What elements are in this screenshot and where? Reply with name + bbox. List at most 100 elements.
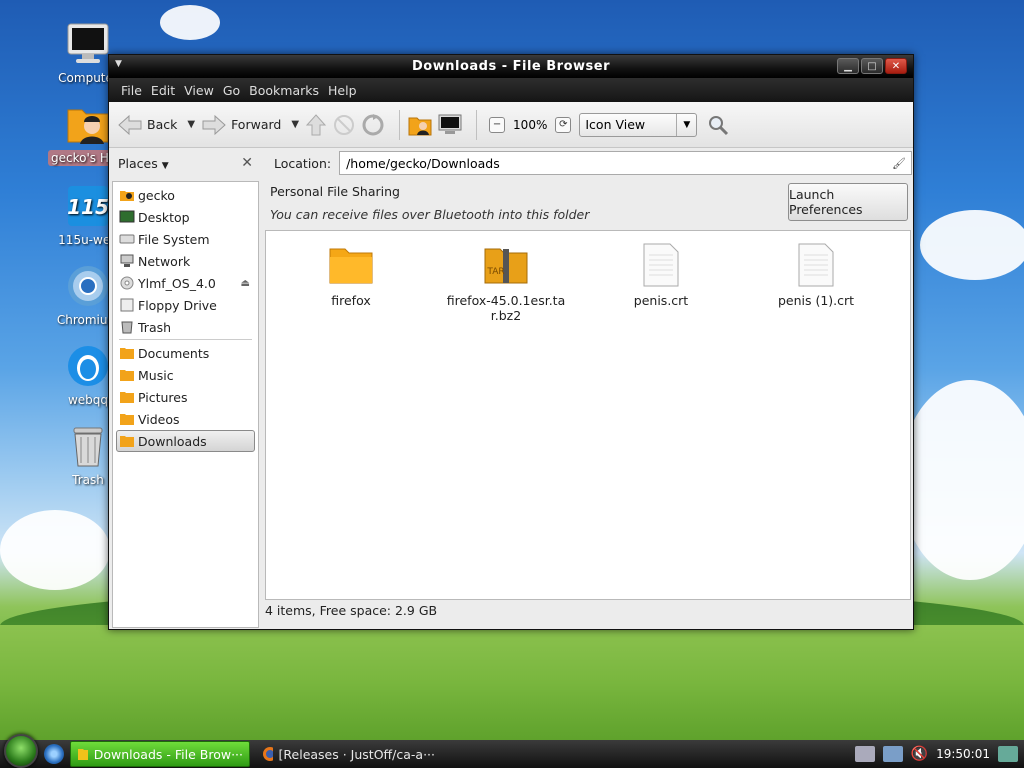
main-pane: Location: /home/gecko/Downloads 🖌 Person…	[264, 148, 912, 624]
chevron-down-icon: ▼	[676, 113, 696, 136]
network-icon[interactable]	[882, 746, 903, 762]
computer-icon	[438, 114, 462, 134]
home-button[interactable]	[408, 113, 432, 137]
clear-location-icon[interactable]: 🖌	[892, 157, 906, 170]
place-item-videos[interactable]: Videos	[113, 408, 258, 430]
status-bar: 4 items, Free space: 2.9 GB	[265, 602, 438, 618]
file-item-penis-crt[interactable]: penis.crt	[596, 243, 726, 308]
home-folder-icon	[66, 102, 110, 146]
show-desktop-icon[interactable]	[998, 746, 1018, 762]
maximize-button[interactable]: □	[861, 58, 883, 74]
keyboard-icon[interactable]	[854, 746, 875, 762]
close-button[interactable]: ✕	[885, 58, 907, 74]
file-name: firefox-45.0.1esr.tar.bz2	[446, 293, 566, 323]
info-description: You can receive files over Bluetooth int…	[270, 207, 590, 222]
menubar: File Edit View Go Bookmarks Help	[109, 78, 913, 102]
titlebar[interactable]: ▼ Downloads - File Browser ▁ □ ✕	[109, 55, 913, 78]
desktop-icon-label: webqq	[67, 393, 109, 407]
places-header: Places ▼ ✕	[112, 148, 259, 178]
back-history-dropdown-icon[interactable]: ▼	[187, 119, 195, 130]
place-item-desktop[interactable]: Desktop	[113, 206, 258, 228]
cloud	[160, 5, 220, 40]
stop-icon	[334, 114, 355, 135]
archive-icon: TAR	[483, 243, 529, 287]
view-mode-value: Icon View	[585, 117, 646, 132]
window-controls: ▁ □ ✕	[837, 58, 907, 74]
task-firefox[interactable]: [Releases · JustOff/ca-a···	[256, 741, 441, 767]
desktop-icon	[119, 210, 135, 224]
forward-history-dropdown-icon[interactable]: ▼	[291, 119, 299, 130]
file-browser-window: ▼ Downloads - File Browser ▁ □ ✕ File Ed…	[108, 54, 914, 630]
app-115-icon: 115	[66, 184, 110, 228]
place-item-documents[interactable]: Documents	[113, 342, 258, 364]
forward-arrow-icon	[202, 114, 226, 135]
reload-icon	[362, 113, 384, 135]
folder-icon	[328, 243, 374, 287]
window-title: Downloads - File Browser	[412, 59, 610, 74]
info-title: Personal File Sharing	[270, 184, 400, 199]
folder-icon	[78, 749, 88, 760]
zoom-level: 100%	[513, 117, 548, 132]
file-item-archive[interactable]: TAR firefox-45.0.1esr.tar.bz2	[441, 243, 571, 323]
chromium-launcher-icon[interactable]	[44, 744, 64, 764]
forward-button[interactable]: Forward ▼	[201, 114, 299, 136]
zoom-reset-button[interactable]: ⟳	[555, 116, 572, 133]
up-button[interactable]	[305, 113, 327, 137]
menu-edit[interactable]: Edit	[151, 81, 175, 100]
start-menu-button[interactable]	[4, 734, 38, 768]
menu-go[interactable]: Go	[223, 81, 240, 100]
menu-view[interactable]: View	[184, 81, 214, 100]
minimize-button[interactable]: ▁	[837, 58, 859, 74]
stop-button[interactable]	[333, 114, 355, 136]
view-mode-select[interactable]: Icon View ▼	[579, 112, 698, 137]
up-arrow-icon	[305, 113, 327, 135]
toolbar-separator	[399, 109, 401, 140]
menu-file[interactable]: File	[121, 81, 142, 100]
places-selector[interactable]: Places ▼	[118, 156, 169, 171]
location-input[interactable]: /home/gecko/Downloads 🖌	[339, 151, 912, 175]
menu-help[interactable]: Help	[328, 81, 357, 100]
window-menu-icon[interactable]: ▼	[115, 59, 122, 69]
cloud	[0, 510, 110, 590]
location-label: Location:	[274, 155, 332, 171]
back-arrow-icon	[118, 114, 142, 135]
volume-icon[interactable]: 🔇	[911, 746, 928, 762]
back-label: Back	[147, 117, 178, 132]
reload-button[interactable]	[361, 113, 385, 137]
trash-icon	[119, 320, 135, 334]
place-item-downloads[interactable]: Downloads	[116, 430, 255, 452]
network-icon	[119, 254, 135, 268]
launch-preferences-button[interactable]: Launch Preferences	[788, 183, 908, 221]
place-item-pictures[interactable]: Pictures	[113, 386, 258, 408]
zoom-out-button[interactable]: −	[489, 116, 506, 133]
file-name: firefox	[331, 293, 371, 308]
home-folder-icon	[408, 117, 432, 135]
place-item-ylmf[interactable]: Ylmf_OS_4.0 ⏏	[113, 272, 258, 294]
file-item-firefox[interactable]: firefox	[286, 243, 416, 308]
file-item-penis-1-crt[interactable]: penis (1).crt	[751, 243, 881, 308]
eject-icon[interactable]: ⏏	[241, 278, 250, 289]
computer-button[interactable]	[438, 113, 462, 137]
place-item-music[interactable]: Music	[113, 364, 258, 386]
menu-bookmarks[interactable]: Bookmarks	[249, 81, 319, 100]
task-file-browser[interactable]: Downloads - File Brow···	[70, 741, 250, 767]
place-item-filesystem[interactable]: File System	[113, 228, 258, 250]
place-item-gecko[interactable]: gecko	[113, 184, 258, 206]
floppy-icon	[119, 298, 135, 312]
search-button[interactable]	[707, 114, 729, 136]
meadow	[0, 625, 1024, 740]
place-item-trash[interactable]: Trash	[113, 316, 258, 338]
place-item-network[interactable]: Network	[113, 250, 258, 272]
window-body: Places ▼ ✕ gecko Desktop File System Net…	[109, 148, 913, 629]
home-icon	[119, 188, 135, 202]
document-icon	[638, 243, 684, 287]
cloud	[920, 210, 1024, 280]
webqq-icon	[66, 344, 110, 388]
close-sidebar-icon[interactable]: ✕	[241, 155, 253, 171]
back-button[interactable]: Back ▼	[117, 114, 195, 136]
location-bar: Location: /home/gecko/Downloads 🖌	[264, 148, 912, 178]
place-item-floppy[interactable]: Floppy Drive	[113, 294, 258, 316]
clock[interactable]: 19:50:01	[936, 747, 990, 761]
file-name: penis.crt	[633, 293, 689, 308]
desktop-icon-label: Trash	[72, 473, 104, 487]
